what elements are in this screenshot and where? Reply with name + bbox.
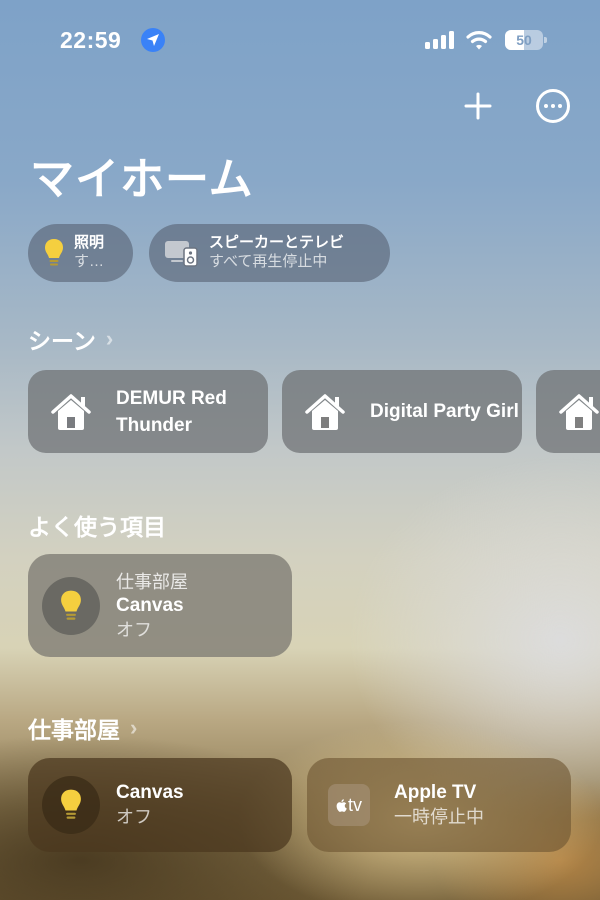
plus-icon xyxy=(464,92,492,120)
accessory-state: オフ xyxy=(116,807,152,827)
battery-percent: 50 xyxy=(516,32,532,48)
room-section-header[interactable]: 仕事部屋 › xyxy=(28,711,137,745)
ellipsis-dot xyxy=(544,104,548,108)
location-arrow-icon xyxy=(141,28,165,52)
scene-tile[interactable]: DEMUR Red Thunder xyxy=(28,370,268,453)
ellipsis-dot xyxy=(558,104,562,108)
status-bar: 22:59 50 xyxy=(0,0,600,70)
favorites-section-header: よく使う項目 xyxy=(28,508,166,542)
favorite-accessory-tile[interactable]: 仕事部屋 Canvas オフ xyxy=(28,554,292,657)
apple-tv-icon: tv xyxy=(328,784,370,826)
lights-status-pill[interactable]: 照明 す… xyxy=(28,224,133,282)
lightbulb-icon xyxy=(45,239,63,266)
scene-tile[interactable] xyxy=(536,370,600,453)
lightbulb-icon xyxy=(61,789,81,819)
scene-label: DEMUR Red Thunder xyxy=(116,387,227,436)
speakers-pill-subtitle: すべて再生停止中 xyxy=(209,253,328,270)
house-icon xyxy=(305,393,345,430)
page-title: マイホーム xyxy=(30,155,254,204)
scenes-title: シーン xyxy=(28,328,96,354)
accessory-name: Canvas xyxy=(116,594,184,616)
lightbulb-icon xyxy=(61,590,81,620)
accessory-room: 仕事部屋 xyxy=(116,571,188,592)
scenes-section-header[interactable]: シーン › xyxy=(28,322,113,356)
speakers-pill-title: スピーカーとテレビ xyxy=(209,234,345,251)
accessory-name: Apple TV xyxy=(394,782,477,803)
lights-pill-title: 照明 xyxy=(74,234,105,251)
add-button[interactable] xyxy=(460,88,496,124)
accessory-icon-circle[interactable] xyxy=(42,776,100,834)
more-options-button[interactable] xyxy=(536,89,570,123)
lights-pill-subtitle: す… xyxy=(74,253,105,270)
accessory-name: Canvas xyxy=(116,782,184,803)
speakers-tv-status-pill[interactable]: スピーカーとテレビ すべて再生停止中 xyxy=(149,224,390,282)
scene-label: Digital Party Girl xyxy=(370,401,519,422)
house-icon xyxy=(559,393,599,430)
status-time: 22:59 xyxy=(60,27,122,53)
chevron-right-icon[interactable]: › xyxy=(106,326,113,352)
room-accessory-tile-canvas[interactable]: Canvas オフ xyxy=(28,758,292,852)
accessory-state: オフ xyxy=(116,619,152,640)
wifi-icon xyxy=(466,31,492,50)
battery-indicator: 50 xyxy=(505,30,547,50)
chevron-right-icon[interactable]: › xyxy=(130,715,137,741)
room-title: 仕事部屋 xyxy=(28,717,120,743)
accessory-state: 一時停止中 xyxy=(394,807,484,827)
favorites-title: よく使う項目 xyxy=(28,514,166,540)
cellular-signal-icon xyxy=(425,31,454,49)
ellipsis-dot xyxy=(551,104,555,108)
room-accessory-tile-apple-tv[interactable]: tv Apple TV 一時停止中 xyxy=(307,758,571,852)
accessory-icon-circle[interactable] xyxy=(42,576,100,635)
apple-tv-icon-text: tv xyxy=(347,794,362,815)
scene-tile[interactable]: Digital Party Girl xyxy=(282,370,522,453)
speaker-tv-icon xyxy=(165,241,198,267)
house-icon xyxy=(51,393,91,430)
